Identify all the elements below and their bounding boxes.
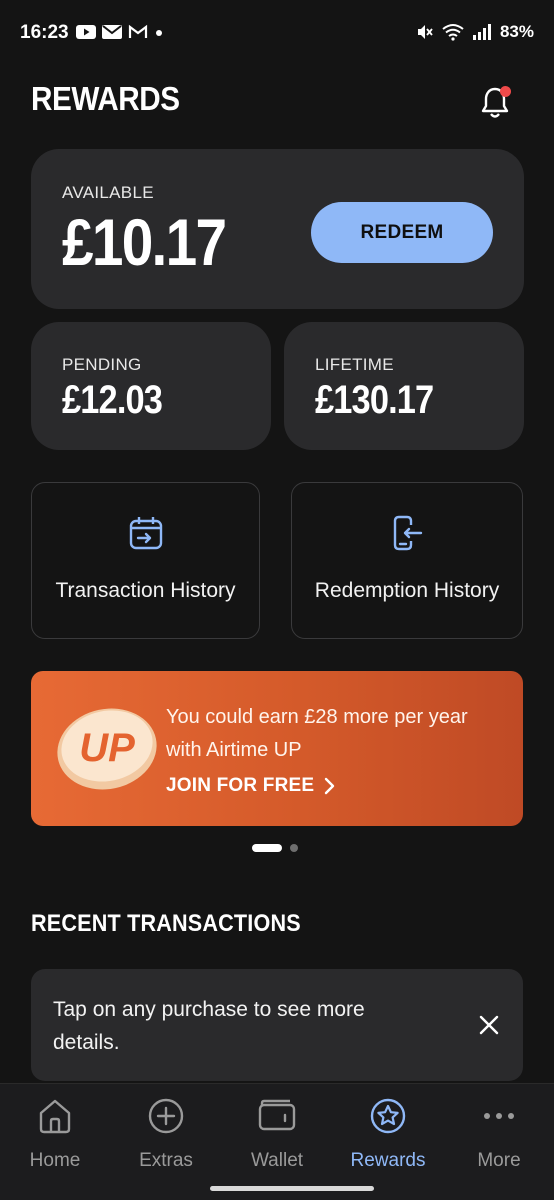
home-icon	[39, 1099, 71, 1134]
recent-transactions-title: RECENT TRANSACTIONS	[31, 910, 301, 937]
lifetime-balance-card: LIFETIME £130.17	[284, 322, 524, 450]
pending-balance-card: PENDING £12.03	[31, 322, 271, 450]
lifetime-label: LIFETIME	[315, 355, 394, 374]
youtube-icon	[76, 25, 96, 39]
lifetime-amount: £130.17	[315, 378, 434, 422]
nav-item-extras[interactable]: Extras	[111, 1096, 221, 1172]
status-time: 16:23	[20, 22, 69, 43]
signal-icon	[472, 24, 491, 40]
pending-label: PENDING	[62, 355, 142, 374]
info-text: Tap on any purchase to see more details.	[53, 998, 365, 1054]
nav-label-wallet: Wallet	[250, 1150, 304, 1171]
nav-item-more[interactable]: More	[444, 1096, 554, 1172]
join-for-free-link[interactable]: JOIN FOR FREE	[166, 775, 336, 797]
carousel-indicator	[252, 844, 298, 852]
phone-exit-icon	[393, 515, 423, 551]
redemption-history-tile[interactable]: Redemption History	[291, 482, 523, 639]
nav-label-home: Home	[29, 1150, 81, 1171]
nav-label-rewards: Rewards	[350, 1150, 426, 1171]
status-bar: 16:23 83%	[0, 0, 554, 66]
promo-logo-text: UP	[79, 726, 135, 770]
wallet-icon	[258, 1099, 296, 1131]
nav-label-more: More	[477, 1150, 521, 1171]
pending-amount: £12.03	[62, 378, 163, 422]
available-label: AVAILABLE	[62, 183, 154, 202]
dot-icon	[156, 30, 162, 36]
carousel-dot[interactable]	[290, 844, 298, 852]
star-circle-icon	[370, 1098, 406, 1134]
page-title: REWARDS	[31, 80, 180, 117]
chevron-right-icon	[325, 777, 335, 795]
available-amount: £10.17	[62, 205, 227, 279]
nav-item-home[interactable]: Home	[0, 1096, 110, 1172]
notification-badge	[500, 86, 511, 97]
promo-text: You could earn £28 more per year with Ai…	[166, 706, 468, 761]
join-for-free-label: JOIN FOR FREE	[166, 775, 315, 796]
nav-label-extras: Extras	[139, 1150, 193, 1171]
status-right: 83%	[416, 22, 534, 42]
available-balance-card: AVAILABLE £10.17 REDEEM	[31, 149, 524, 309]
redemption-history-label: Redemption History	[314, 579, 500, 602]
calendar-in-icon	[129, 517, 162, 550]
gmail-outline-icon	[128, 24, 148, 38]
nav-item-rewards[interactable]: Rewards	[333, 1096, 443, 1172]
mute-icon	[417, 25, 433, 39]
battery-level: 83%	[499, 22, 534, 41]
bottom-navigation: Home Extras Wallet Rewards More	[0, 1083, 554, 1200]
transaction-history-tile[interactable]: Transaction History	[31, 482, 260, 639]
nav-item-wallet[interactable]: Wallet	[222, 1096, 332, 1172]
promo-banner[interactable]: UP You could earn £28 more per year with…	[31, 671, 523, 826]
info-card: Tap on any purchase to see more details.	[31, 969, 523, 1081]
carousel-dot-active[interactable]	[252, 844, 282, 852]
redeem-button[interactable]: REDEEM	[311, 202, 493, 263]
airtime-up-logo: UP	[57, 708, 157, 790]
home-indicator[interactable]	[210, 1186, 374, 1191]
status-notifications	[76, 24, 164, 40]
more-icon	[484, 1113, 514, 1119]
plus-circle-icon	[148, 1098, 184, 1134]
close-icon[interactable]	[477, 1013, 501, 1037]
wifi-icon	[442, 24, 464, 41]
gmail-icon	[102, 25, 122, 39]
transaction-history-label: Transaction History	[55, 579, 236, 602]
